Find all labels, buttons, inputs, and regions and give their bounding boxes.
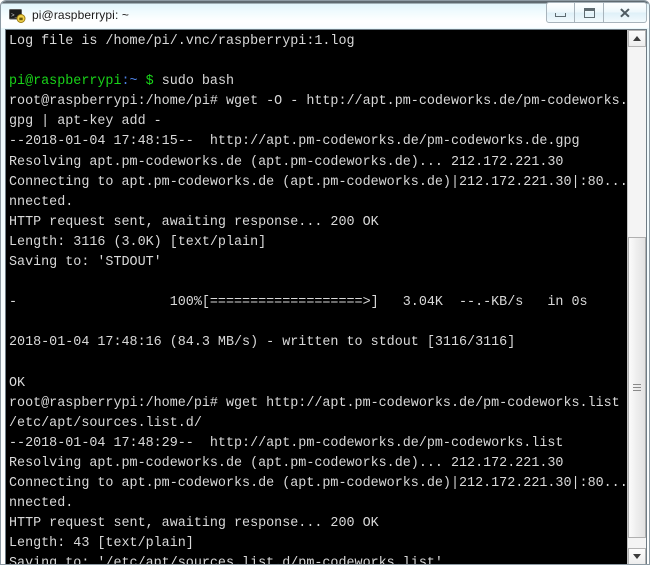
scrollbar-thumb[interactable] <box>628 237 646 538</box>
terminal-frame: Log file is /home/pi/.vnc/raspberrypi:1.… <box>5 29 647 565</box>
scroll-up-button[interactable] <box>628 30 646 47</box>
window-title: pi@raspberrypi: ~ <box>32 7 129 22</box>
terminal-text: root@raspberrypi:/home/pi# wget -O - htt… <box>9 94 628 110</box>
terminal-screen[interactable]: Log file is /home/pi/.vnc/raspberrypi:1.… <box>6 30 628 565</box>
terminal-text: Log file is /home/pi/.vnc/raspberrypi:1.… <box>9 34 355 49</box>
terminal-line: OK <box>9 374 628 394</box>
terminal-line: --2018-01-04 17:48:15-- http://apt.pm-co… <box>9 132 628 152</box>
terminal-line: Resolving apt.pm-codeworks.de (apt.pm-co… <box>9 153 628 173</box>
terminal-text: nnected. <box>9 194 74 210</box>
scroll-down-arrow-icon <box>633 554 641 559</box>
terminal-text: nnected. <box>9 496 74 512</box>
terminal-line: Connecting to apt.pm-codeworks.de (apt.p… <box>9 173 628 193</box>
terminal-text: 2018-01-04 17:48:16 (84.3 MB/s) - writte… <box>9 335 516 351</box>
putty-terminal-icon: >_ <box>8 6 26 24</box>
terminal-scrollbar[interactable] <box>627 30 646 564</box>
terminal-output: Log file is /home/pi/.vnc/raspberrypi:1.… <box>9 32 628 565</box>
scroll-up-arrow-icon <box>633 36 641 41</box>
terminal-text: $ <box>145 74 154 90</box>
terminal-line: Saving to: 'STDOUT' <box>9 253 628 273</box>
terminal-line: pi@raspberrypi:~ $ sudo bash <box>9 72 628 92</box>
terminal-text: Saving to: '/etc/apt/sources.list.d/pm-c… <box>9 556 443 565</box>
terminal-text: Resolving apt.pm-codeworks.de (apt.pm-co… <box>9 154 564 170</box>
terminal-line: HTTP request sent, awaiting response... … <box>9 213 628 233</box>
terminal-line: - 100%[===================>] 3.04K --.-K… <box>9 293 628 313</box>
terminal-text: Connecting to apt.pm-codeworks.de (apt.p… <box>9 476 628 492</box>
minimize-button[interactable] <box>546 2 575 23</box>
terminal-window: >_ pi@raspberrypi: ~ ✕ Log file is /home… <box>0 0 650 565</box>
terminal-line: --2018-01-04 17:48:29-- http://apt.pm-co… <box>9 434 628 454</box>
terminal-text: Saving to: 'STDOUT' <box>9 255 162 271</box>
terminal-text: root@raspberrypi:/home/pi# wget http://a… <box>9 395 628 411</box>
close-button[interactable]: ✕ <box>604 2 647 23</box>
terminal-text: --2018-01-04 17:48:15-- http://apt.pm-co… <box>9 134 580 150</box>
scrollbar-grip-icon <box>633 384 641 392</box>
terminal-text: --2018-01-04 17:48:29-- http://apt.pm-co… <box>9 435 564 451</box>
terminal-line: Log file is /home/pi/.vnc/raspberrypi:1.… <box>9 32 628 52</box>
terminal-line: Length: 43 [text/plain] <box>9 534 628 554</box>
maximize-icon <box>583 7 595 18</box>
terminal-text: :~ <box>121 74 138 90</box>
close-icon: ✕ <box>618 4 632 21</box>
terminal-line: Connecting to apt.pm-codeworks.de (apt.p… <box>9 474 628 494</box>
terminal-line: nnected. <box>9 193 628 213</box>
scroll-down-button[interactable] <box>628 548 646 564</box>
terminal-text: gpg | apt-key add - <box>9 114 162 130</box>
terminal-text: /etc/apt/sources.list.d/ <box>9 415 202 431</box>
window-controls: ✕ <box>546 2 647 23</box>
terminal-text: HTTP request sent, awaiting response... … <box>9 214 379 230</box>
terminal-line: 2018-01-04 17:48:16 (84.3 MB/s) - writte… <box>9 333 628 353</box>
terminal-line: HTTP request sent, awaiting response... … <box>9 514 628 534</box>
title-bar[interactable]: >_ pi@raspberrypi: ~ ✕ <box>1 1 649 28</box>
terminal-text: HTTP request sent, awaiting response... … <box>9 516 379 532</box>
maximize-button[interactable] <box>575 2 604 23</box>
terminal-text: Length: 3116 (3.0K) [text/plain] <box>9 234 267 250</box>
terminal-text: Resolving apt.pm-codeworks.de (apt.pm-co… <box>9 455 564 471</box>
terminal-line: root@raspberrypi:/home/pi# wget -O - htt… <box>9 92 628 112</box>
terminal-line: /etc/apt/sources.list.d/ <box>9 414 628 434</box>
terminal-text: OK <box>9 375 26 391</box>
terminal-line: root@raspberrypi:/home/pi# wget http://a… <box>9 394 628 414</box>
terminal-text: Connecting to apt.pm-codeworks.de (apt.p… <box>9 174 628 190</box>
terminal-text: - 100%[===================>] 3.04K --.-K… <box>9 295 588 311</box>
terminal-text: pi@raspberrypi <box>9 74 122 90</box>
minimize-icon <box>555 13 566 17</box>
terminal-line: Saving to: '/etc/apt/sources.list.d/pm-c… <box>9 554 628 565</box>
terminal-text: sudo bash <box>153 74 235 90</box>
terminal-line: gpg | apt-key add - <box>9 112 628 132</box>
terminal-line: Resolving apt.pm-codeworks.de (apt.pm-co… <box>9 454 628 474</box>
scrollbar-track[interactable] <box>628 47 646 548</box>
terminal-line: nnected. <box>9 494 628 514</box>
terminal-line: Length: 3116 (3.0K) [text/plain] <box>9 233 628 253</box>
terminal-text: Length: 43 [text/plain] <box>9 536 194 552</box>
